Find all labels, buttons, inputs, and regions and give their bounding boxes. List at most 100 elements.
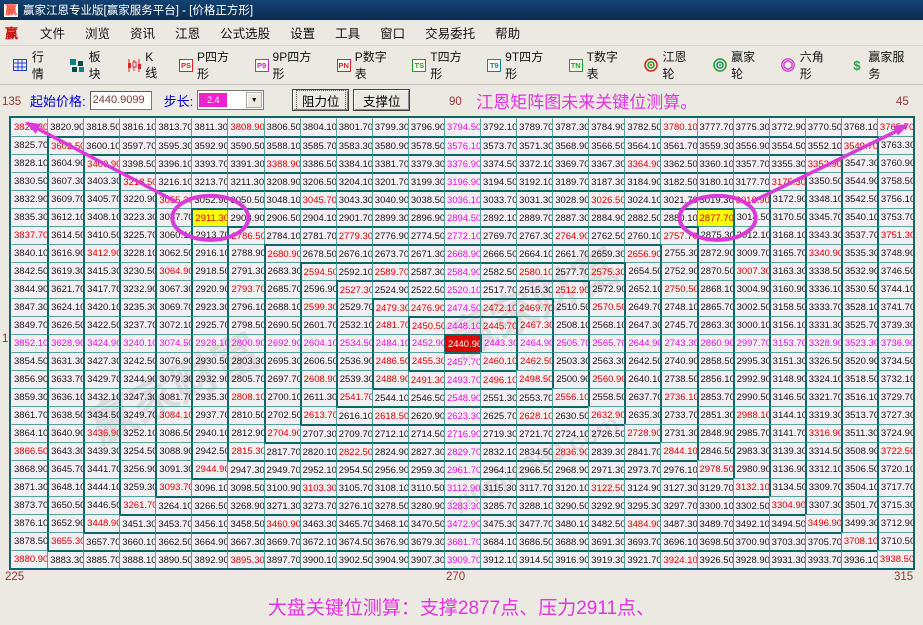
grid-cell: 3931.30: [768, 550, 805, 568]
grid-cell: 2836.90: [552, 442, 589, 460]
start-price-input[interactable]: [89, 90, 152, 110]
grid-cell: 3705.70: [804, 532, 841, 550]
grid-cell: 3376.90: [443, 154, 481, 172]
menu-item-1[interactable]: 浏览: [75, 25, 120, 43]
menu-item-7[interactable]: 窗口: [370, 25, 415, 43]
grid-cell: 2527.30: [335, 280, 372, 298]
grid-cell: 2954.50: [335, 460, 372, 478]
grid-cell: 3340.90: [804, 244, 841, 262]
grid-cell: 3456.10: [191, 514, 228, 532]
toolbar-item-t-square[interactable]: TS T四方形: [405, 45, 480, 85]
t9-badge-icon: T9: [487, 58, 502, 72]
grid-cell: 3648.10: [47, 478, 84, 496]
menu-item-0[interactable]: 文件: [30, 25, 75, 43]
grid-cell: 3700.90: [732, 532, 769, 550]
grid-cell: 3643.30: [47, 442, 84, 460]
grid-cell: 3110.50: [407, 478, 444, 496]
grid-cell: 3448.90: [83, 514, 120, 532]
menu-item-4[interactable]: 公式选股: [210, 25, 280, 43]
toolbar-item-p-square[interactable]: PS P四方形: [172, 45, 248, 85]
grid-cell: 3312.10: [804, 460, 841, 478]
toolbar-item-t-number-table[interactable]: TN T数字表: [562, 45, 637, 85]
grid-cell: 3432.10: [83, 388, 120, 406]
grid-cell: 3840.10: [11, 244, 48, 262]
grid-cell: 3900.10: [299, 550, 336, 568]
grid-cell: 2546.50: [407, 388, 444, 406]
grid-cell: 3655.30: [47, 532, 84, 550]
grid-cell: 3540.10: [840, 208, 877, 226]
grid-cell: 3410.50: [83, 226, 120, 244]
grid-cell: 3784.90: [588, 118, 624, 136]
support-button[interactable]: 支撑位: [353, 89, 411, 111]
grid-cell: 3386.50: [299, 154, 336, 172]
grid-cell: 3398.50: [119, 154, 156, 172]
grid-cell: 3907.30: [407, 550, 444, 568]
toolbar-item-9p-square[interactable]: P9 9P四方形: [248, 45, 330, 85]
grid-cell: 3516.10: [840, 388, 877, 406]
toolbar-item-kline[interactable]: K线: [119, 47, 172, 84]
grid-cell: 2776.90: [371, 226, 408, 244]
toolbar-item-hexagon[interactable]: 六角形: [774, 45, 843, 85]
grid-cell: 3501.70: [840, 496, 877, 514]
grid-cell: 2678.50: [299, 244, 336, 262]
grid-cell: 3237.70: [119, 316, 156, 334]
grid-cell: 3120.10: [552, 478, 589, 496]
menu-item-2[interactable]: 资讯: [120, 25, 165, 43]
toolbar-item-9t-square[interactable]: T9 9T四方形: [480, 45, 562, 85]
grid-cell: 3537.70: [840, 226, 877, 244]
toolbar-item-p-number-table[interactable]: PN P数字表: [330, 45, 406, 85]
grid-cell: 3480.10: [552, 514, 589, 532]
tn-badge-icon: TN: [568, 58, 583, 72]
grid-cell: 2587.30: [407, 262, 444, 280]
grid-cell: 2582.50: [480, 262, 517, 280]
grid-cell: 3883.30: [47, 550, 84, 568]
grid-cell: 3825.70: [11, 136, 48, 154]
grid-cell: 2704.90: [263, 424, 300, 442]
toolbar-item-winner-service[interactable]: $ 赢家服务: [842, 45, 923, 85]
grid-cell: 3019.30: [696, 190, 733, 208]
toolbar-item-sectors[interactable]: 板块: [63, 45, 120, 85]
toolbar-item-winner-wheel[interactable]: 赢家轮: [705, 45, 774, 85]
menu-item-5[interactable]: 设置: [280, 25, 325, 43]
grid-cell: 2839.30: [588, 442, 625, 460]
toolbar-item-gann-wheel[interactable]: 江恩轮: [637, 45, 706, 85]
grid-cell: 3576.10: [443, 136, 481, 154]
resistance-button[interactable]: 阻力位: [292, 89, 350, 111]
grid-cell: 3916.90: [552, 550, 589, 568]
grid-cell: 3127.30: [660, 478, 697, 496]
menu-item-8[interactable]: 交易委托: [415, 25, 485, 43]
grid-cell: 3384.10: [335, 154, 372, 172]
menu-item-9[interactable]: 帮助: [485, 25, 530, 43]
grid-cell: 2738.50: [660, 370, 697, 388]
grid-cell: 3772.90: [768, 118, 805, 136]
grid-cell: 3909.70: [443, 550, 481, 568]
grid-cell: 2968.90: [552, 460, 589, 478]
toolbar-item-label: T数字表: [586, 50, 618, 81]
grid-cell: 2522.50: [407, 280, 444, 298]
grid-cell: 3753.70: [876, 208, 913, 226]
grid-cell: 3823.30: [14, 122, 48, 133]
menu-item-6[interactable]: 工具: [325, 25, 370, 43]
toolbar-item-label: P数字表: [354, 50, 387, 81]
step-label: 步长:: [163, 93, 194, 109]
grid-cell: 3000.10: [732, 316, 769, 334]
grid-cell: 3259.30: [119, 478, 156, 496]
grid-cell: 3724.90: [876, 424, 913, 442]
grid-cell: 3626.50: [47, 316, 84, 334]
chevron-down-icon[interactable]: ▼: [246, 92, 263, 108]
grid-cell: 3295.30: [624, 496, 661, 514]
grid-cell: 3885.70: [83, 550, 120, 568]
grid-cell: 2700.10: [263, 388, 300, 406]
grid-cell: 2505.70: [552, 334, 589, 352]
grid-cell: 2556.10: [552, 388, 589, 406]
grid-cell: 2872.90: [696, 244, 733, 262]
toolbar-item-market-quotes[interactable]: 行情: [6, 45, 63, 85]
hexagon-icon: [781, 58, 796, 72]
grid-cell: 2455.30: [407, 352, 444, 370]
grid-cell: 3496.90: [804, 514, 841, 532]
step-combobox[interactable]: 2.4 ▼: [197, 90, 265, 110]
grid-cell: 3391.30: [227, 154, 264, 172]
grid-cell: 2498.50: [516, 370, 553, 388]
grid-cell: 2894.50: [443, 208, 481, 226]
menu-item-3[interactable]: 江恩: [165, 25, 210, 43]
